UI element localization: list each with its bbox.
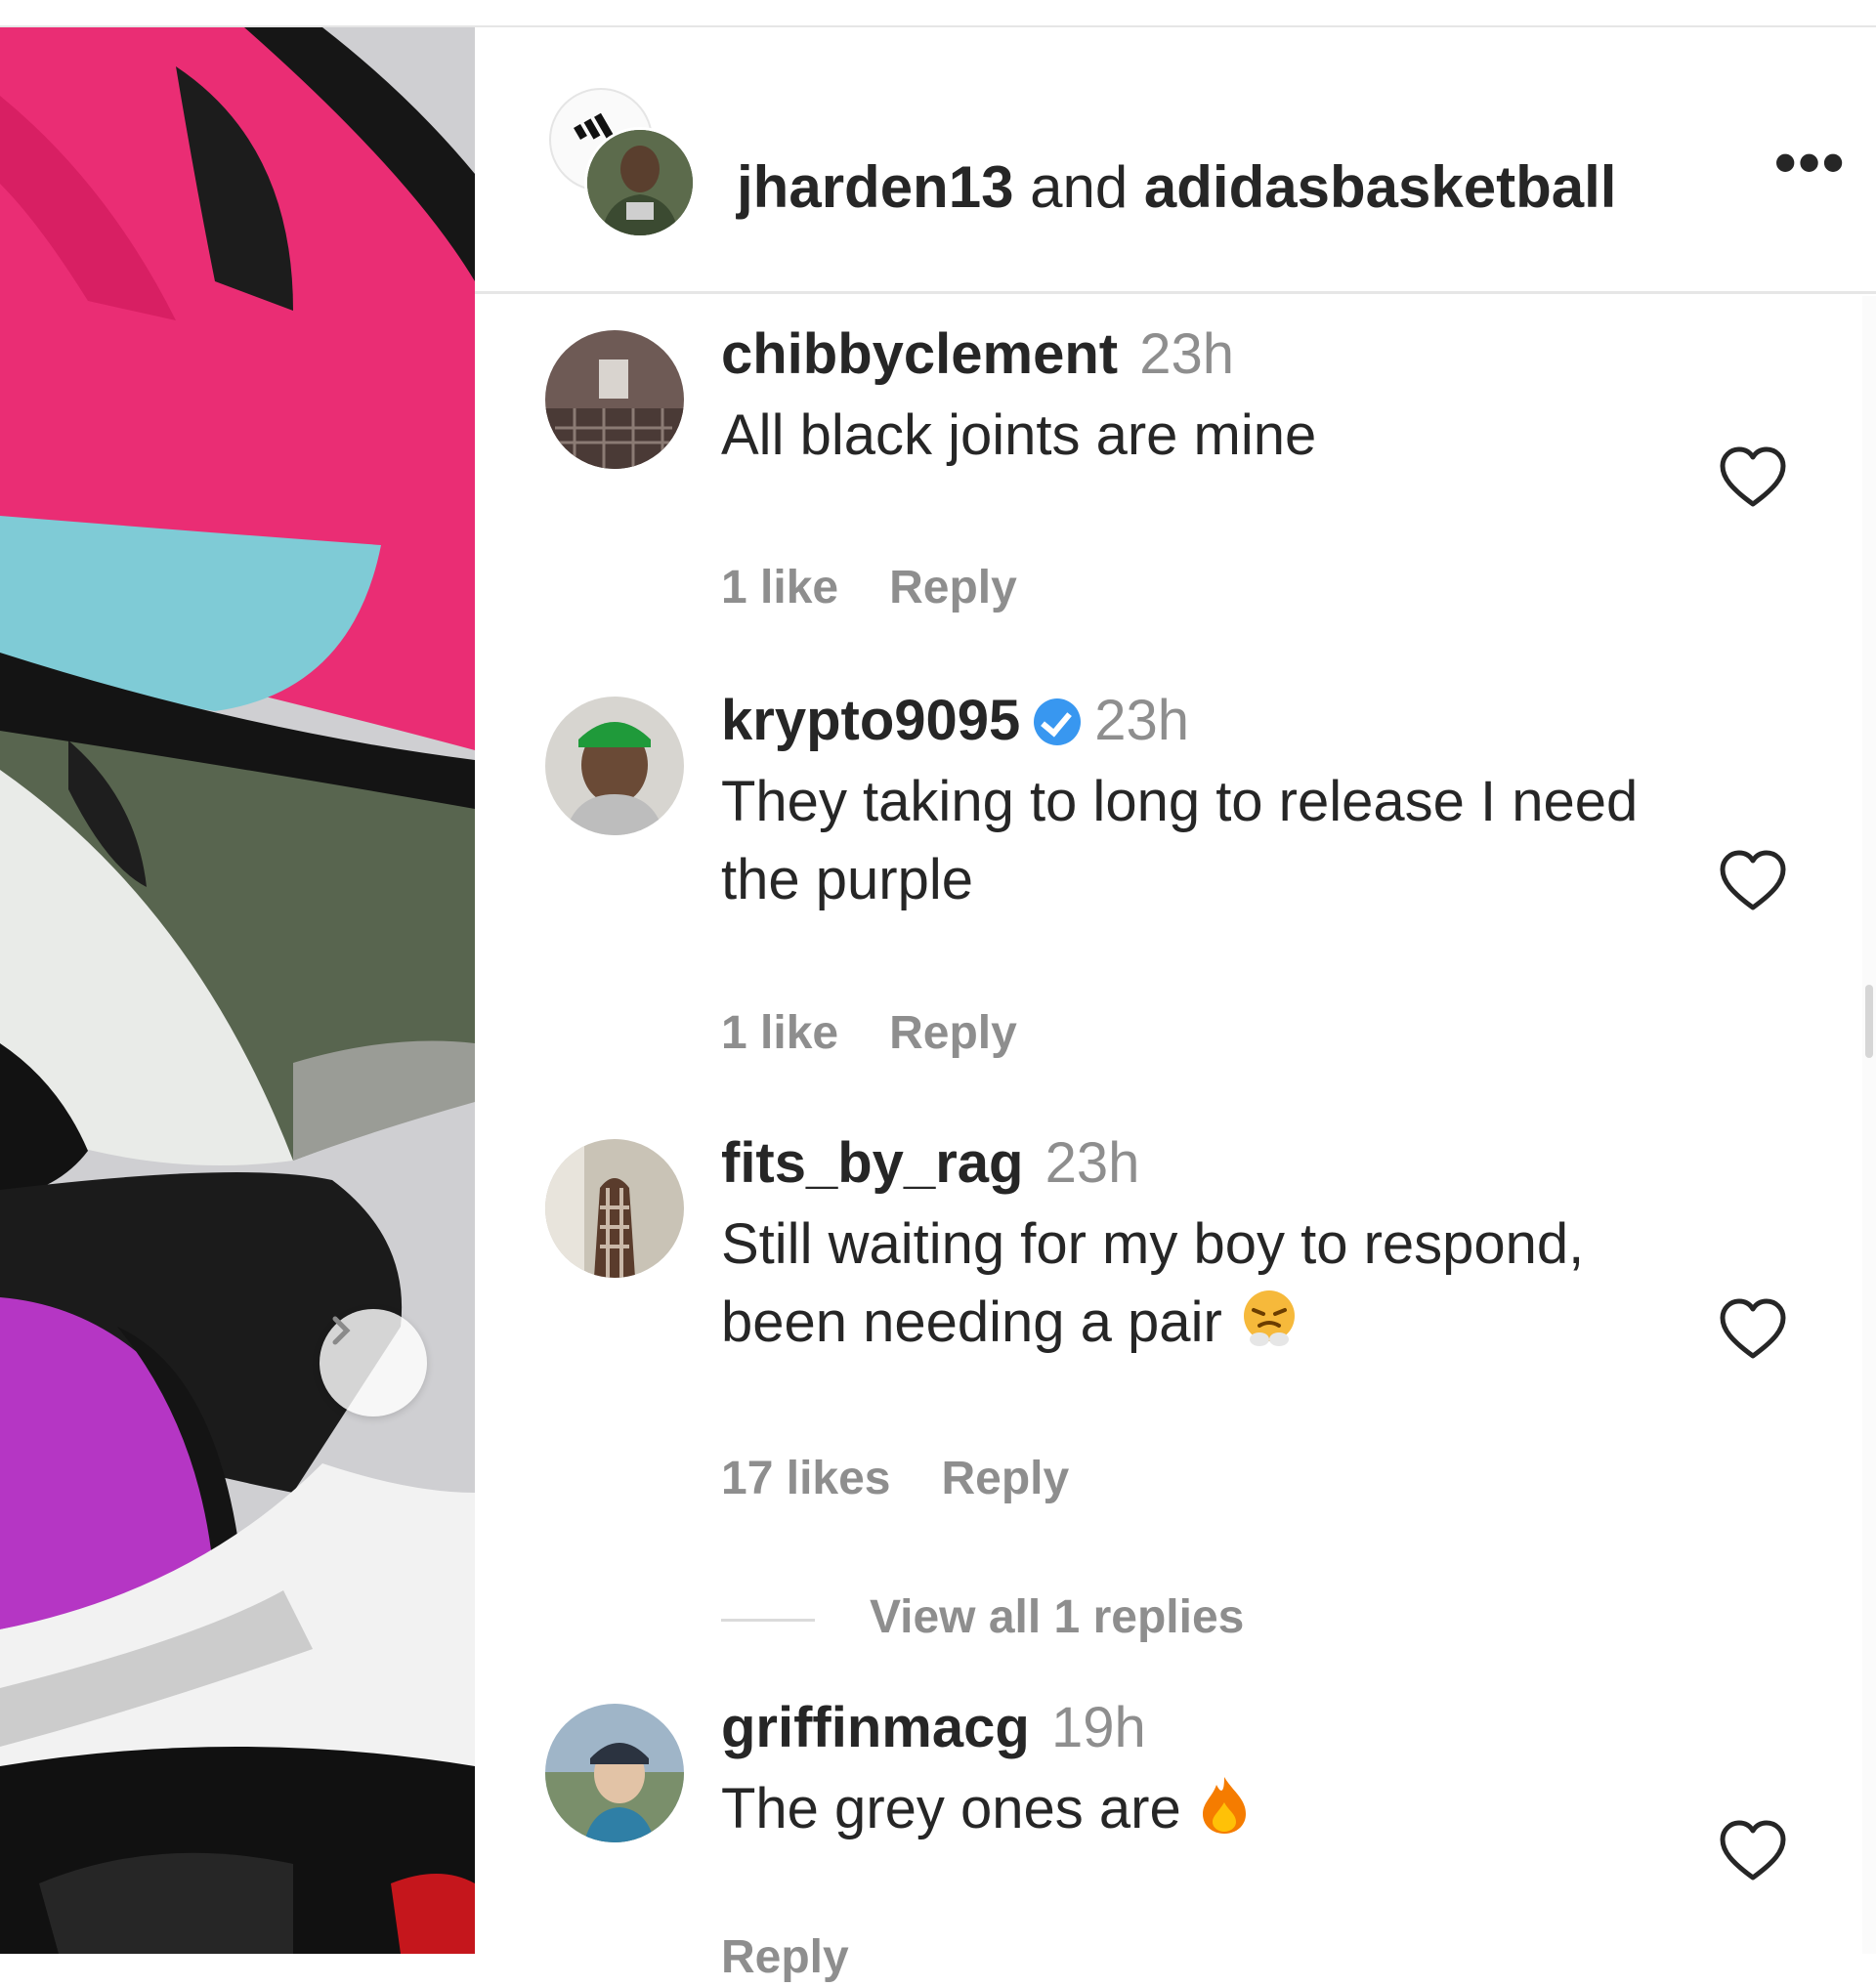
comment-header: chibbyclement 23h xyxy=(721,320,1234,389)
commenter-photo xyxy=(545,697,684,835)
fire-emoji-icon xyxy=(1202,1777,1246,1834)
comment-time: 23h xyxy=(1094,689,1190,752)
replies-divider-line xyxy=(721,1618,815,1622)
comments-panel: jharden13 and adidasbasketball ••• chibb… xyxy=(475,27,1876,1983)
comment-text-content: Still waiting for my boy to respond, bee… xyxy=(721,1212,1585,1354)
comment-username[interactable]: griffinmacg xyxy=(721,1696,1030,1759)
commenter-photo xyxy=(545,330,684,469)
commenter-photo xyxy=(545,1704,684,1842)
author-photo xyxy=(587,130,693,235)
verified-badge-icon xyxy=(1034,698,1082,745)
like-count[interactable]: 17 likes xyxy=(721,1453,890,1504)
post-header: jharden13 and adidasbasketball ••• xyxy=(475,27,1876,294)
author-username-secondary[interactable]: adidasbasketball xyxy=(1144,154,1617,220)
reply-button[interactable]: Reply xyxy=(889,1007,1017,1059)
comment-time: 23h xyxy=(1045,1131,1140,1195)
comment-username[interactable]: krypto9095 xyxy=(721,689,1020,752)
comment-meta: 1 like Reply xyxy=(721,1004,1017,1063)
comment-header: griffinmacg 19h xyxy=(721,1694,1146,1762)
comment-meta: Reply xyxy=(721,1928,849,1987)
view-replies-label: View all 1 replies xyxy=(870,1591,1245,1643)
chevron-right-icon xyxy=(332,1316,351,1345)
author-username-primary[interactable]: jharden13 xyxy=(737,154,1013,220)
scrollbar-thumb[interactable] xyxy=(1865,985,1873,1058)
avatar[interactable] xyxy=(545,330,684,469)
heart-icon[interactable] xyxy=(1718,849,1788,913)
avatar[interactable] xyxy=(545,1704,684,1842)
author-avatar[interactable] xyxy=(584,127,696,238)
view-replies-button[interactable]: View all 1 replies xyxy=(721,1590,1244,1644)
reply-button[interactable]: Reply xyxy=(941,1453,1069,1504)
comment-text: Still waiting for my boy to respond, bee… xyxy=(721,1205,1708,1362)
comment-text: They taking to long to release I need th… xyxy=(721,770,1639,911)
post-media-image xyxy=(0,27,475,1954)
heart-icon[interactable] xyxy=(1718,1819,1788,1883)
comment-text: The grey ones are xyxy=(721,1770,1708,1848)
reply-button[interactable]: Reply xyxy=(889,562,1017,613)
comment-time: 19h xyxy=(1050,1696,1146,1759)
comment-text: All black joints are mine xyxy=(721,403,1317,467)
comment-meta: 1 like Reply xyxy=(721,559,1017,617)
comment-time: 23h xyxy=(1139,322,1235,386)
comment-username[interactable]: chibbyclement xyxy=(721,322,1118,386)
comment-meta: 17 likes Reply xyxy=(721,1450,1069,1508)
scrollbar-track[interactable] xyxy=(1862,296,1876,1954)
commenter-photo xyxy=(545,1139,684,1278)
heart-icon[interactable] xyxy=(1718,445,1788,510)
avatar[interactable] xyxy=(545,697,684,835)
heart-icon[interactable] xyxy=(1718,1297,1788,1362)
post-authors: jharden13 and adidasbasketball xyxy=(737,152,1616,223)
comment-text-content: The grey ones are xyxy=(721,1777,1181,1840)
comment-username[interactable]: fits_by_rag xyxy=(721,1131,1023,1195)
avatar[interactable] xyxy=(545,1139,684,1278)
like-count[interactable]: 1 like xyxy=(721,1007,838,1059)
sneakers-photo xyxy=(0,27,475,1954)
reply-button[interactable]: Reply xyxy=(721,1931,849,1983)
angry-steam-emoji-icon xyxy=(1243,1290,1295,1346)
more-options-icon[interactable]: ••• xyxy=(1774,131,1846,193)
authors-conjunction: and xyxy=(1030,154,1129,220)
comment-header: fits_by_rag 23h xyxy=(721,1129,1139,1198)
next-image-button[interactable] xyxy=(320,1309,427,1416)
like-count[interactable]: 1 like xyxy=(721,562,838,613)
comment-header: krypto9095 23h xyxy=(721,687,1189,755)
